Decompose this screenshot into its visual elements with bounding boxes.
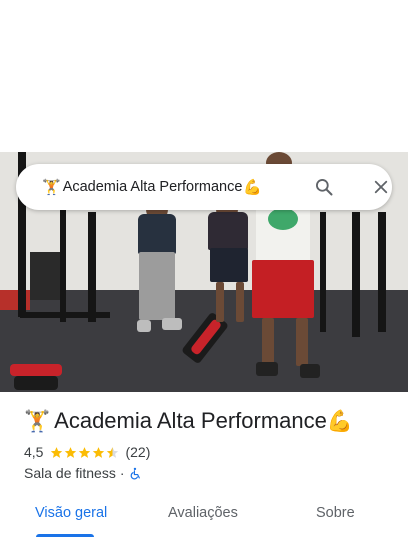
star-icon <box>93 446 105 458</box>
rating-row[interactable]: 4,5 (22) <box>24 444 150 460</box>
photo-bench-pad <box>10 364 62 376</box>
photo-person <box>268 208 298 230</box>
tab-overview[interactable]: Visão geral <box>35 505 107 521</box>
photo-rack <box>20 312 110 318</box>
photo-weights <box>30 252 60 300</box>
photo-person <box>162 318 182 330</box>
rating-value: 4,5 <box>24 444 44 460</box>
photo-rack <box>378 212 386 332</box>
wheelchair-icon <box>130 467 140 479</box>
reviews-count: (22) <box>125 444 151 460</box>
search-bar[interactable]: 🏋️ Academia Alta Performance 💪 <box>16 164 392 210</box>
star-half-icon <box>107 446 119 458</box>
photo-person <box>137 320 151 332</box>
photo-person <box>210 248 248 282</box>
star-icon <box>79 446 91 458</box>
tab-bar: Visão geral Avaliações Sobre <box>0 496 408 544</box>
photo-rack <box>88 212 96 322</box>
category-row: Sala de fitness · <box>24 465 142 481</box>
photo-rack <box>320 212 326 332</box>
star-icon <box>51 446 63 458</box>
close-button[interactable] <box>369 175 393 199</box>
tab-about[interactable]: Sobre <box>316 505 355 521</box>
weightlifter-emoji: 🏋️ <box>42 178 61 196</box>
flexed-biceps-emoji: 💪 <box>243 179 263 196</box>
photo-person <box>139 252 175 320</box>
search-query[interactable]: Academia Alta Performance <box>63 179 243 195</box>
photo-person <box>256 362 278 376</box>
photo-person <box>252 260 314 318</box>
weightlifter-emoji: 🏋️ <box>24 409 51 433</box>
photo-person <box>262 318 274 366</box>
flexed-biceps-emoji: 💪 <box>326 409 354 433</box>
photo-person <box>208 212 248 250</box>
close-icon <box>374 180 388 194</box>
search-icon <box>316 179 333 196</box>
photo-person <box>296 318 308 366</box>
place-title-row: 🏋️ Academia Alta Performance 💪 <box>24 408 353 434</box>
active-tab-indicator <box>36 534 94 537</box>
separator-dot: · <box>119 465 125 481</box>
photo-person <box>300 364 320 378</box>
tab-reviews[interactable]: Avaliações <box>168 505 238 521</box>
place-category: Sala de fitness <box>24 465 116 481</box>
photo-person <box>236 282 244 322</box>
photo-person <box>216 282 224 322</box>
photo-person <box>138 214 176 254</box>
photo-rack <box>352 212 360 337</box>
star-rating <box>50 446 120 459</box>
photo-bench <box>14 376 58 390</box>
place-name: Academia Alta Performance <box>54 408 327 433</box>
star-icon <box>65 446 77 458</box>
search-button[interactable] <box>312 175 336 199</box>
